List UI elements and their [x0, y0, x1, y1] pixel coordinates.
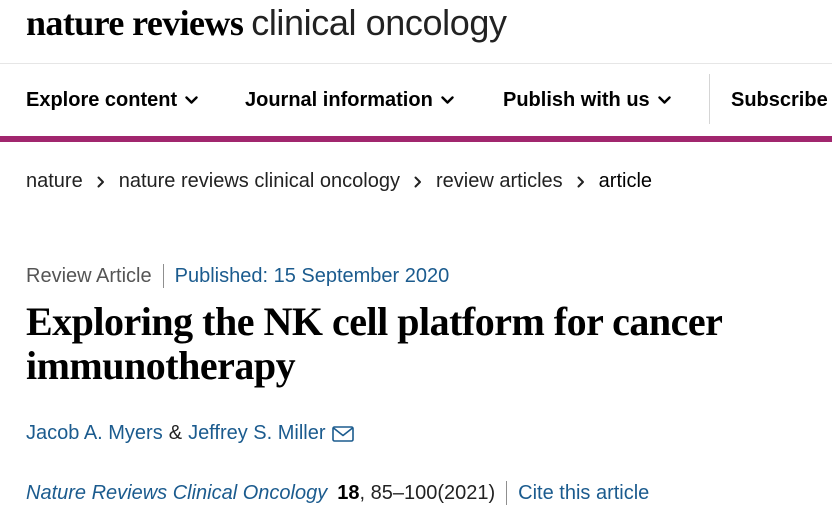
nav-divider	[709, 74, 710, 124]
meta-divider	[162, 264, 164, 288]
nav-publish-with-us[interactable]: Publish with us	[503, 89, 671, 112]
chevron-right-icon	[97, 176, 105, 188]
chevron-right-icon	[414, 176, 422, 188]
citation-line: Nature Reviews Clinical Oncology 18 , 85…	[26, 481, 649, 505]
meta-divider	[506, 481, 508, 505]
breadcrumb: nature nature reviews clinical oncology …	[26, 170, 652, 193]
main-nav: Explore content Journal information Publ…	[0, 64, 832, 136]
nav-explore-content-label: Explore content	[26, 89, 178, 111]
author-joiner: &	[168, 422, 183, 444]
author-list: Jacob A. Myers & Jeffrey S. Miller	[26, 422, 354, 445]
article-type: Review Article	[26, 264, 152, 287]
chevron-right-icon	[577, 176, 585, 188]
breadcrumb-item-nature[interactable]: nature	[26, 170, 83, 193]
chevron-down-icon	[657, 96, 671, 104]
breadcrumb-item-journal[interactable]: nature reviews clinical oncology	[119, 170, 400, 193]
author-link[interactable]: Jeffrey S. Miller	[188, 422, 325, 445]
chevron-down-icon	[441, 96, 454, 104]
cite-this-article-link[interactable]: Cite this article	[518, 482, 649, 505]
nav-publish-with-us-label: Publish with us	[503, 89, 650, 111]
journal-logo[interactable]: nature reviews clinical oncology	[26, 2, 507, 52]
page: nature reviews clinical oncology Explore…	[0, 0, 832, 516]
accent-bar	[0, 136, 832, 142]
nav-explore-content[interactable]: Explore content	[26, 89, 198, 112]
author-link[interactable]: Jacob A. Myers	[26, 422, 163, 445]
journal-name-link[interactable]: Nature Reviews Clinical Oncology	[26, 482, 327, 505]
logo-journal-subtitle: clinical oncology	[251, 2, 507, 43]
published-date: Published: 15 September 2020	[174, 264, 450, 287]
breadcrumb-item-review-articles[interactable]: review articles	[436, 170, 563, 193]
chevron-down-icon	[185, 96, 198, 104]
nav-journal-information[interactable]: Journal information	[245, 89, 454, 112]
nav-subscribe[interactable]: Subscribe	[731, 89, 828, 112]
pages-year: , 85–100(2021)	[359, 481, 496, 504]
breadcrumb-item-current: article	[598, 170, 653, 192]
article-meta: Review Article Published: 15 September 2…	[26, 264, 449, 288]
nav-subscribe-label: Subscribe	[731, 89, 828, 111]
article-title: Exploring the NK cell platform for cance…	[26, 299, 722, 388]
mail-icon[interactable]	[331, 425, 354, 442]
volume-number: 18	[337, 481, 360, 504]
logo-nature-reviews: nature reviews	[26, 3, 244, 43]
nav-journal-information-label: Journal information	[245, 89, 433, 111]
